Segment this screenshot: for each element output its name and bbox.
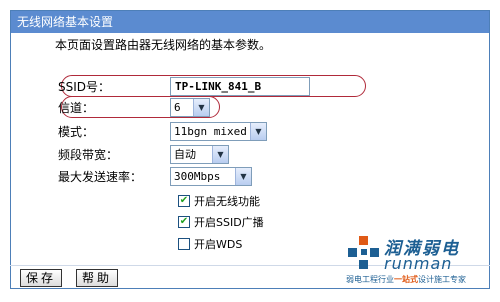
ssid-row: SSID号： TP-LINK_841_B bbox=[58, 76, 310, 96]
help-button[interactable]: 帮助 bbox=[76, 269, 118, 287]
bandwidth-label: 频段带宽： bbox=[58, 147, 119, 162]
bandwidth-value: 自动 bbox=[174, 148, 196, 161]
runman-logo: 润满弱电 runman 弱电工程行业一站式设计施工专家 bbox=[346, 232, 486, 292]
intro-text: 本页面设置路由器无线网络的基本参数。 bbox=[55, 38, 272, 52]
enable-wireless-checkbox[interactable]: ✔ bbox=[178, 195, 190, 207]
logo-slogan: 弱电工程行业一站式设计施工专家 bbox=[346, 274, 466, 285]
bandwidth-row: 频段带宽： 自动 ▼ bbox=[58, 144, 229, 164]
chevron-down-icon: ▼ bbox=[212, 145, 228, 163]
enable-ssid-broadcast-option[interactable]: ✔ 开启SSID广播 bbox=[178, 214, 264, 230]
enable-wds-label: 开启WDS bbox=[194, 238, 243, 251]
slogan-post: 设计施工专家 bbox=[418, 275, 466, 284]
save-button[interactable]: 保存 bbox=[20, 269, 62, 287]
panel-title: 无线网络基本设置 bbox=[11, 11, 489, 33]
bandwidth-select[interactable]: 自动 ▼ bbox=[170, 144, 229, 164]
enable-ssid-broadcast-checkbox[interactable]: ✔ bbox=[178, 216, 190, 228]
mode-select[interactable]: 11bgn mixed ▼ bbox=[170, 121, 267, 141]
enable-ssid-broadcast-label: 开启SSID广播 bbox=[194, 216, 264, 229]
mode-value: 11bgn mixed bbox=[174, 124, 247, 138]
chevron-down-icon: ▼ bbox=[235, 167, 251, 185]
ssid-label: SSID号： bbox=[58, 79, 111, 94]
channel-row: 信道： 6 ▼ bbox=[58, 97, 210, 117]
enable-wireless-option[interactable]: ✔ 开启无线功能 bbox=[178, 193, 260, 209]
logo-brand-en: runman bbox=[384, 254, 453, 273]
mode-row: 模式： 11bgn mixed ▼ bbox=[58, 121, 267, 141]
max-rate-row: 最大发送速率： 300Mbps ▼ bbox=[58, 166, 252, 186]
channel-select[interactable]: 6 ▼ bbox=[170, 97, 210, 117]
logo-mark-icon bbox=[348, 236, 379, 269]
channel-value: 6 bbox=[174, 100, 181, 114]
chevron-down-icon: ▼ bbox=[193, 98, 209, 116]
max-rate-label: 最大发送速率： bbox=[58, 169, 143, 184]
ssid-input[interactable]: TP-LINK_841_B bbox=[170, 76, 310, 96]
chevron-down-icon: ▼ bbox=[250, 122, 266, 140]
slogan-accent: 一站式 bbox=[394, 275, 418, 284]
max-rate-select[interactable]: 300Mbps ▼ bbox=[170, 166, 252, 186]
mode-label: 模式： bbox=[58, 124, 95, 139]
max-rate-value: 300Mbps bbox=[174, 169, 221, 183]
channel-label: 信道： bbox=[58, 100, 95, 115]
enable-wds-option[interactable]: 开启WDS bbox=[178, 236, 242, 252]
slogan-pre: 弱电工程行业 bbox=[346, 275, 394, 284]
enable-wireless-label: 开启无线功能 bbox=[194, 195, 260, 208]
enable-wds-checkbox[interactable] bbox=[178, 238, 190, 250]
